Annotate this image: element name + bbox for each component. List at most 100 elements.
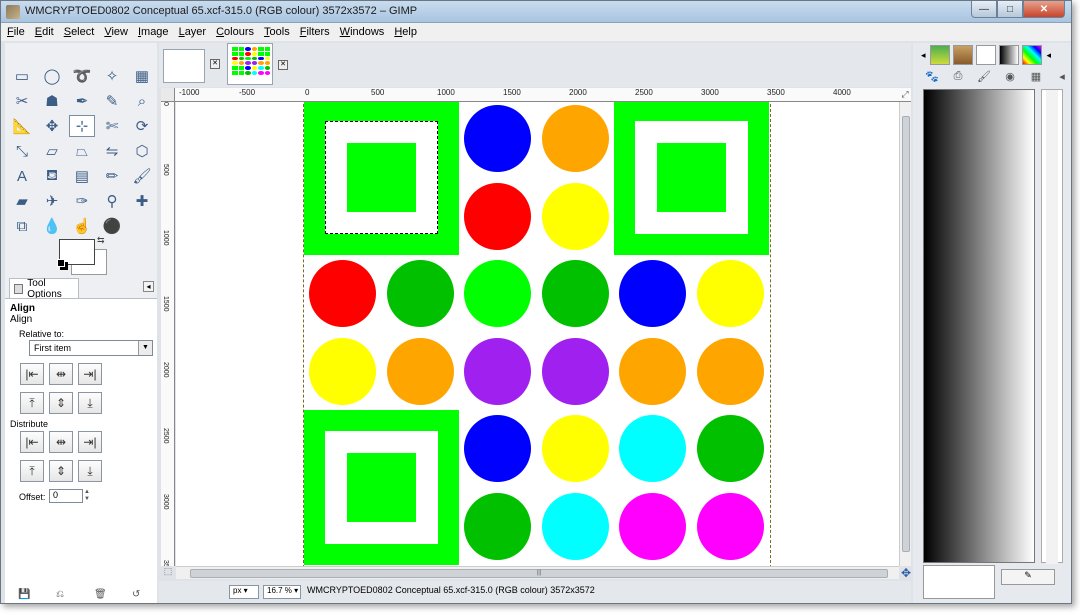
vertical-ruler[interactable]: 0500100015002000250030003500 <box>161 102 175 566</box>
paths-icon[interactable]: ✒ <box>69 90 95 112</box>
close-icon[interactable]: ✕ <box>210 59 220 69</box>
horizontal-scroll-thumb[interactable]: ||| <box>190 569 888 578</box>
dock-left-arrow-icon[interactable]: ◂ <box>921 50 926 61</box>
close-button[interactable]: ✕ <box>1023 1 1065 18</box>
edit-gradient-button[interactable]: ✎ <box>1001 569 1055 585</box>
tab-paths[interactable] <box>975 45 996 65</box>
smudge-icon[interactable]: ☝ <box>69 215 95 237</box>
shear-icon[interactable]: ▱ <box>39 140 65 162</box>
eraser-icon[interactable]: ▰ <box>9 190 35 212</box>
move-icon[interactable]: ✥ <box>39 115 65 137</box>
distribute-middle-button[interactable]: ⇕ <box>49 460 73 482</box>
relative-to-dropdown[interactable]: First item ▼ <box>29 340 153 356</box>
align-right-button[interactable]: ⇥| <box>78 363 102 385</box>
menu-file[interactable]: File <box>7 26 25 38</box>
pattern-icon[interactable]: ▦ <box>1025 67 1047 85</box>
cage-icon[interactable]: ⬡ <box>129 140 155 162</box>
align-middle-button[interactable]: ⇕ <box>49 392 73 414</box>
dock-close-icon[interactable]: ◂ <box>1051 67 1071 85</box>
rotate-icon[interactable]: ⟳ <box>129 115 155 137</box>
horizontal-ruler[interactable]: -1000 -500 0 500 1000 1500 2000 2500 3000 3500 400… <box>175 88 911 102</box>
distribute-top-button[interactable]: ⤒ <box>20 460 44 482</box>
menu-image[interactable]: Image <box>138 26 169 38</box>
menu-colours[interactable]: Colours <box>216 26 254 38</box>
scale-icon[interactable]: ⤡ <box>9 140 35 162</box>
canvas-viewport[interactable] <box>176 102 899 566</box>
restore-options-icon[interactable]: ⎌ <box>56 589 68 601</box>
gimp-icon[interactable]: 🐾 <box>921 67 943 85</box>
rect-select-icon[interactable]: ▭ <box>9 65 35 87</box>
image-tab-blank[interactable]: ✕ <box>163 49 220 83</box>
tab-patterns[interactable] <box>929 45 950 65</box>
offset-spinner-icon[interactable]: ▲ ▼ <box>84 489 92 503</box>
align-center-button[interactable]: ⇹ <box>49 363 73 385</box>
bucket-fill-icon[interactable]: ⛾ <box>39 165 65 187</box>
menu-edit[interactable]: Edit <box>35 26 54 38</box>
airbrush-icon[interactable]: ✈ <box>39 190 65 212</box>
zoom-image-when-resized-icon[interactable]: ⤢ <box>899 89 911 101</box>
scissors-icon[interactable]: ✂ <box>9 90 35 112</box>
free-select-icon[interactable]: ➰ <box>69 65 95 87</box>
zoom-select[interactable]: 16.7 % ▾ <box>263 585 301 599</box>
tab-gradients[interactable] <box>998 45 1019 65</box>
close-icon[interactable]: ✕ <box>278 60 288 70</box>
gradient-preview[interactable] <box>923 89 1035 563</box>
horizontal-scrollbar[interactable]: ||| <box>176 566 899 579</box>
distribute-bottom-button[interactable]: ⤓ <box>78 460 102 482</box>
menu-layer[interactable]: Layer <box>179 26 207 38</box>
crop-icon[interactable]: ✄ <box>99 115 125 137</box>
distribute-right-button[interactable]: ⇥| <box>78 431 102 453</box>
color-picker-icon[interactable]: ✎ <box>99 90 125 112</box>
image-canvas[interactable] <box>303 102 771 566</box>
ink-icon[interactable]: ✑ <box>69 190 95 212</box>
dock-menu-icon[interactable]: ◂ <box>143 281 154 292</box>
minimize-button[interactable]: — <box>971 1 997 18</box>
maximize-button[interactable]: □ <box>997 1 1023 18</box>
offset-input[interactable]: 0 <box>49 489 83 503</box>
unit-select[interactable]: px ▾ <box>229 585 259 599</box>
tab-palettes[interactable] <box>1021 45 1042 65</box>
heal-icon[interactable]: ✚ <box>129 190 155 212</box>
measure-icon[interactable]: 📐 <box>9 115 35 137</box>
align-bottom-button[interactable]: ⤓ <box>78 392 102 414</box>
tab-brushes[interactable] <box>952 45 973 65</box>
menu-view[interactable]: View <box>104 26 128 38</box>
menu-help[interactable]: Help <box>394 26 417 38</box>
align-icon[interactable]: ⊹ <box>69 115 95 137</box>
brush-icon[interactable]: 🖌 <box>973 67 995 85</box>
dodge-burn-icon[interactable]: ⚫ <box>99 215 125 237</box>
image-tab-current[interactable]: ✕ <box>227 43 288 85</box>
clone-icon[interactable]: ⚲ <box>99 190 125 212</box>
dock-menu-icon-right[interactable]: ◂ <box>1047 50 1052 61</box>
menu-filters[interactable]: Filters <box>300 26 330 38</box>
pencil-icon[interactable]: ✏ <box>99 165 125 187</box>
quick-mask-icon[interactable]: ⬚ <box>161 566 175 579</box>
right-dock-scrollbar[interactable] <box>1041 89 1063 564</box>
blend-icon[interactable]: ▤ <box>69 165 95 187</box>
vertical-scrollbar[interactable] <box>899 102 911 566</box>
perspective-icon[interactable]: ⏢ <box>69 140 95 162</box>
printer-icon[interactable]: ⎙ <box>947 67 969 85</box>
default-colors-icon[interactable] <box>57 259 65 267</box>
text-icon[interactable]: A <box>9 165 35 187</box>
menu-tools[interactable]: Tools <box>264 26 290 38</box>
align-left-button[interactable]: |⇤ <box>20 363 44 385</box>
paintbrush-icon[interactable]: 🖌 <box>129 165 155 187</box>
reset-options-icon[interactable]: ↺ <box>132 589 144 601</box>
perspective-clone-icon[interactable]: ⧉ <box>9 215 35 237</box>
delete-options-icon[interactable]: 🗑 <box>94 589 107 601</box>
foreground-select-icon[interactable]: ☗ <box>39 90 65 112</box>
right-bottom-preview[interactable] <box>923 565 995 599</box>
ruler-corner[interactable] <box>161 88 175 102</box>
save-options-icon[interactable]: 💾 <box>18 589 30 601</box>
distribute-center-button[interactable]: ⇹ <box>49 431 73 453</box>
tab-tool-options[interactable]: Tool Options <box>9 278 79 300</box>
vertical-scroll-thumb[interactable] <box>902 116 910 552</box>
navigate-icon[interactable]: ✥ <box>899 566 913 580</box>
distribute-left-button[interactable]: |⇤ <box>20 431 44 453</box>
color-wheel-icon[interactable]: ◉ <box>999 67 1021 85</box>
menu-select[interactable]: Select <box>64 26 95 38</box>
blur-icon[interactable]: 💧 <box>39 215 65 237</box>
align-top-button[interactable]: ⤒ <box>20 392 44 414</box>
fuzzy-select-icon[interactable]: ✧ <box>99 65 125 87</box>
